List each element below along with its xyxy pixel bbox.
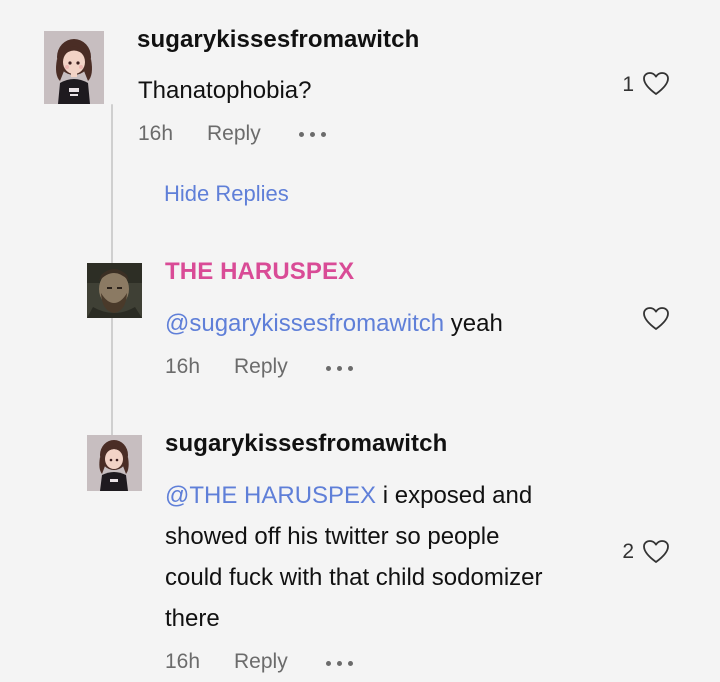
reply-username[interactable]: sugarykissesfromawitch (165, 430, 447, 458)
more-options-icon[interactable] (326, 658, 358, 668)
reply-button[interactable]: Reply (207, 122, 261, 146)
comment-username[interactable]: sugarykissesfromawitch (137, 26, 419, 54)
reply-line: showed off his twitter so people (165, 523, 500, 550)
reply-line: i exposed and (382, 482, 533, 509)
reply-timestamp: 16h (165, 355, 201, 378)
comment-timestamp: 16h (138, 122, 174, 145)
more-options-icon[interactable] (326, 363, 358, 373)
avatar[interactable] (87, 435, 142, 491)
reply-timestamp: 16h (165, 650, 201, 673)
mention-link[interactable]: @sugarykissesfromawitch (165, 310, 444, 337)
heart-icon[interactable] (642, 71, 670, 97)
reply-username[interactable]: THE HARUSPEX (165, 258, 354, 286)
reply-button[interactable]: Reply (234, 355, 288, 379)
avatar[interactable] (44, 31, 104, 104)
reply-line: could fuck with that child sodomizer (165, 564, 543, 591)
heart-icon[interactable] (642, 306, 670, 332)
like-count: 1 (622, 73, 634, 96)
reply-line: there (165, 605, 220, 632)
reply-text: @THE HARUSPEX i exposed and showed off h… (165, 475, 605, 639)
like-count: 2 (622, 540, 634, 563)
reply-button[interactable]: Reply (234, 650, 288, 674)
avatar[interactable] (87, 263, 142, 318)
heart-icon[interactable] (642, 539, 670, 565)
reply-text: @sugarykissesfromawitch yeah (165, 303, 503, 344)
mention-link[interactable]: @THE HARUSPEX (165, 482, 376, 509)
hide-replies-link[interactable]: Hide Replies (164, 181, 289, 207)
more-options-icon[interactable] (299, 129, 331, 139)
comment-text: Thanatophobia? (138, 77, 312, 104)
reply-message: yeah (450, 310, 503, 337)
